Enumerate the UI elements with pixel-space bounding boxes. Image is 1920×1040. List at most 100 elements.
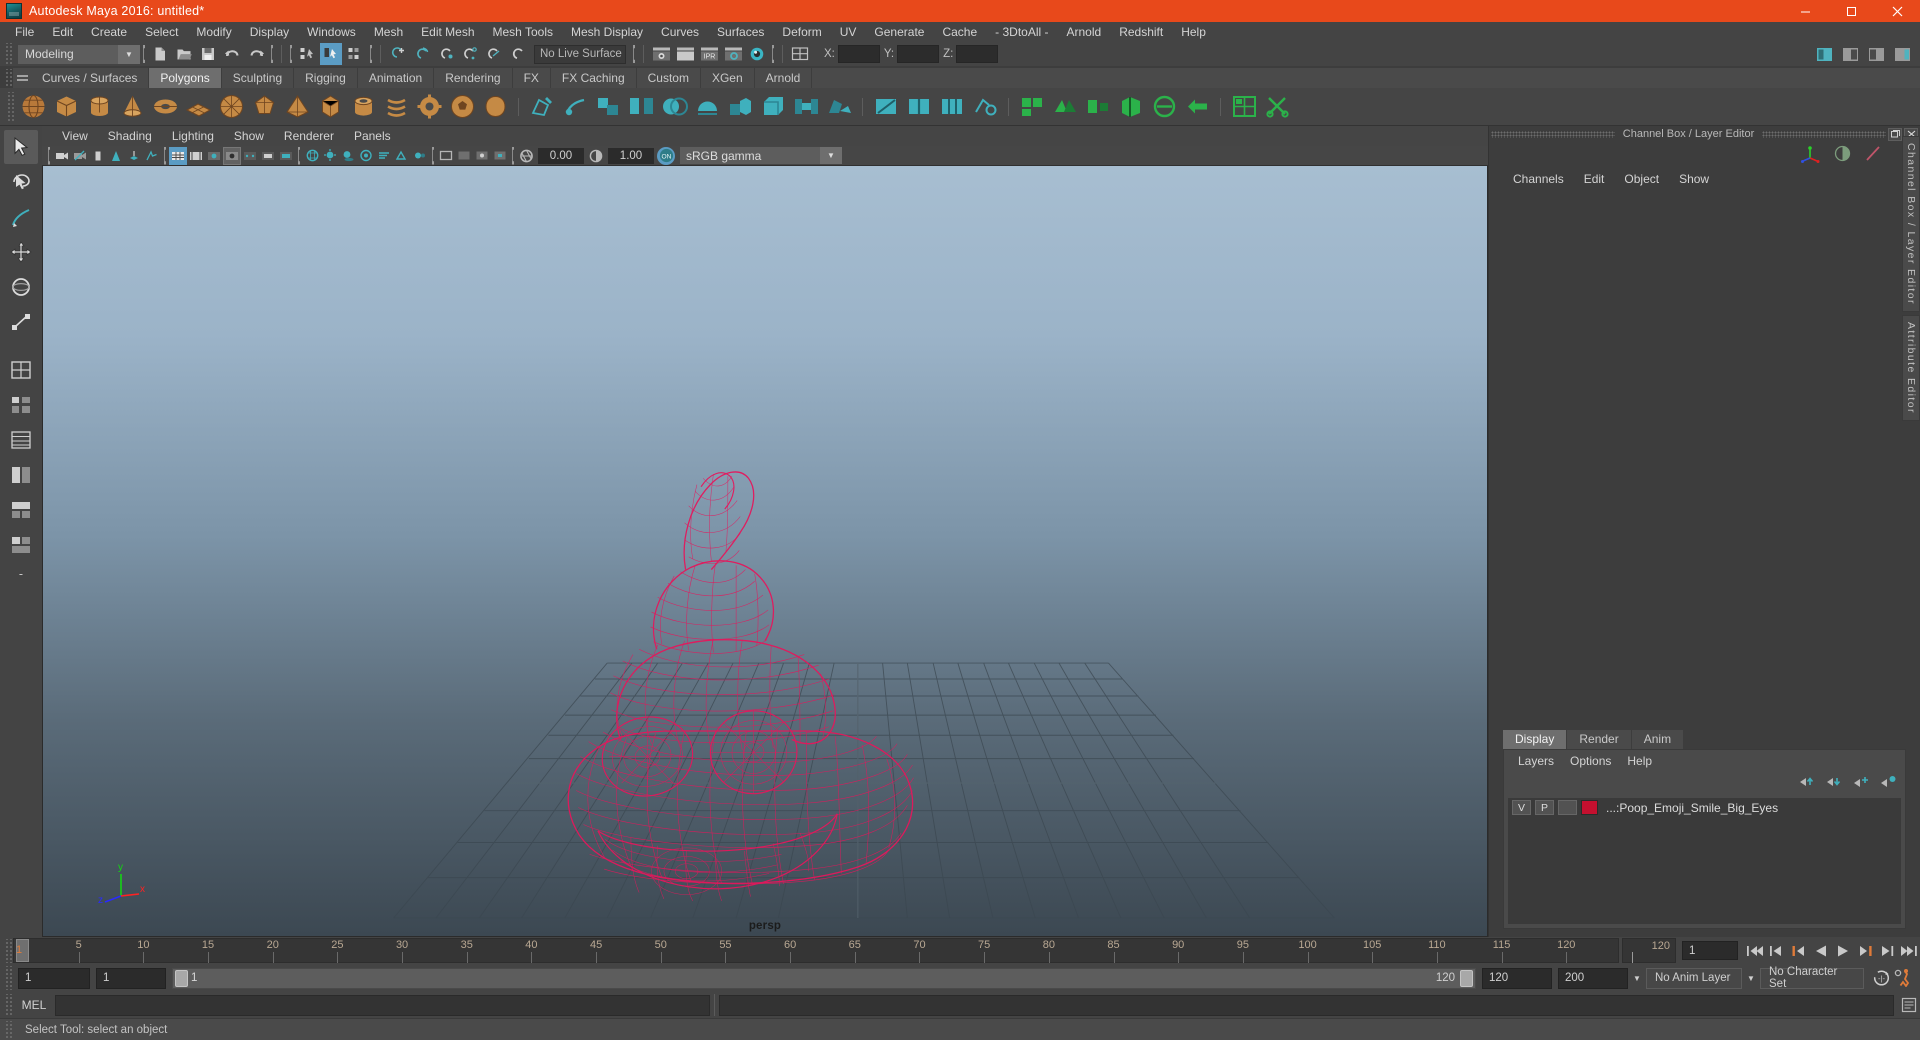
quad-draw-icon[interactable]	[1017, 92, 1047, 122]
shelf-tab-rigging[interactable]: Rigging	[294, 68, 358, 88]
snap-to-curve-icon[interactable]	[411, 43, 433, 65]
menu-help[interactable]: Help	[1172, 22, 1215, 42]
film-gate-icon[interactable]	[187, 147, 205, 165]
multi-cut-icon[interactable]	[871, 92, 901, 122]
layer-tab-anim[interactable]: Anim	[1631, 730, 1684, 749]
poly-pyramid-icon[interactable]	[282, 92, 312, 122]
menu-edit-mesh[interactable]: Edit Mesh	[412, 22, 483, 42]
toolbar-grip[interactable]	[4, 43, 13, 65]
persp-outliner-layout-button[interactable]	[4, 423, 38, 457]
render-view-icon[interactable]	[650, 43, 672, 65]
sidetab-channel-box-layer-editor[interactable]: Channel Box / Layer Editor	[1902, 136, 1920, 312]
shelf-tab-arnold[interactable]: Arnold	[754, 68, 813, 88]
menu-windows[interactable]: Windows	[298, 22, 365, 42]
toolbar-divider-1[interactable]	[140, 44, 148, 64]
show-hide-tool-settings-icon[interactable]	[1865, 43, 1887, 65]
anim-layer-field[interactable]: No Anim Layer	[1646, 967, 1742, 989]
menu-mesh[interactable]: Mesh	[365, 22, 412, 42]
coord-input-y[interactable]	[897, 45, 940, 63]
range-slider-right-handle[interactable]	[1460, 969, 1473, 987]
time-slider-end-field[interactable]: 120	[1622, 938, 1676, 963]
grid-toggle-icon[interactable]	[169, 146, 187, 165]
menu-file[interactable]: File	[6, 22, 43, 42]
character-set-field[interactable]: No Character Set	[1760, 966, 1864, 990]
restore-window-icon[interactable]	[1888, 127, 1902, 141]
menu-mesh-display[interactable]: Mesh Display	[562, 22, 652, 42]
bridge-icon[interactable]	[791, 92, 821, 122]
new-layer-icon[interactable]	[1853, 775, 1870, 791]
target-weld-icon[interactable]	[970, 92, 1000, 122]
layer-shading-toggle[interactable]	[1558, 800, 1577, 815]
layer-tab-display[interactable]: Display	[1503, 730, 1567, 749]
show-hide-attribute-editor-icon[interactable]	[1839, 43, 1861, 65]
animation-start-time-field[interactable]: 1	[18, 967, 90, 989]
command-language-label[interactable]: MEL	[13, 998, 55, 1012]
image-plane-icon[interactable]	[125, 147, 143, 165]
bookmark-icon[interactable]	[107, 147, 125, 165]
render-current-frame-icon[interactable]	[674, 43, 696, 65]
shelf-tab-xgen[interactable]: XGen	[700, 68, 755, 88]
hypershade-render-layout-button[interactable]	[4, 493, 38, 527]
poly-cylinder-icon[interactable]	[84, 92, 114, 122]
cut-uv-icon[interactable]	[1262, 92, 1292, 122]
move-tool-button[interactable]	[4, 235, 38, 269]
menu-deform[interactable]: Deform	[773, 22, 830, 42]
menu-generate[interactable]: Generate	[865, 22, 933, 42]
poly-bridge2-icon[interactable]	[1149, 92, 1179, 122]
layer-menu-help[interactable]: Help	[1619, 751, 1660, 771]
viewport-menu-view[interactable]: View	[52, 126, 98, 146]
color-profile-select[interactable]: sRGB gamma	[680, 147, 820, 164]
animation-end-time-field[interactable]: 200	[1558, 967, 1628, 989]
new-layer-from-selected-icon[interactable]	[1880, 775, 1897, 791]
save-scene-icon[interactable]	[197, 43, 219, 65]
move-manip-axis-icon[interactable]	[1801, 145, 1820, 166]
editor-layout-icon[interactable]	[789, 43, 811, 65]
perspective-viewport[interactable]: y x z persp	[42, 166, 1488, 937]
menu-curves[interactable]: Curves	[652, 22, 708, 42]
sculpt-geometry-icon[interactable]	[560, 92, 590, 122]
layer-menu-options[interactable]: Options	[1562, 751, 1619, 771]
xray-active-components-icon[interactable]	[491, 147, 509, 165]
exposure-icon[interactable]	[517, 147, 535, 165]
extrude-icon[interactable]	[725, 92, 755, 122]
range-slider-bar[interactable]: 1 120	[172, 967, 1476, 989]
sidetab-attribute-editor[interactable]: Attribute Editor	[1902, 314, 1920, 421]
persp-graph-layout-button[interactable]	[4, 458, 38, 492]
wireframe-icon[interactable]	[241, 147, 259, 165]
shelf-tab-fx[interactable]: FX	[512, 68, 551, 88]
poly-crease-icon[interactable]	[1116, 92, 1146, 122]
shelf-grip[interactable]	[4, 69, 13, 87]
coord-input-x[interactable]	[837, 45, 880, 63]
depth-of-field-icon[interactable]	[411, 147, 429, 165]
ipr-render-icon[interactable]: IPR	[698, 43, 720, 65]
play-backwards-icon[interactable]	[1810, 940, 1832, 962]
gamma-value-field[interactable]: 1.00	[608, 147, 654, 164]
make-live-icon[interactable]	[507, 43, 529, 65]
menu-set-selector[interactable]: Modeling	[18, 44, 118, 64]
lasso-tool-button[interactable]	[4, 165, 38, 199]
gate-mask-icon[interactable]	[223, 146, 241, 165]
step-back-keyframe-icon[interactable]	[1766, 940, 1788, 962]
layer-name[interactable]: ...:Poop_Emoji_Smile_Big_Eyes	[1606, 801, 1778, 815]
chevron-down-icon[interactable]: ▼	[118, 44, 140, 64]
time-slider-grip[interactable]	[4, 938, 13, 963]
screen-space-ao-icon[interactable]	[357, 147, 375, 165]
layer-row[interactable]: V P ...:Poop_Emoji_Smile_Big_Eyes	[1508, 798, 1901, 817]
viewport-menu-renderer[interactable]: Renderer	[274, 126, 344, 146]
toolbar-divider-3[interactable]	[287, 44, 295, 64]
shading-sphere-icon[interactable]	[1834, 145, 1851, 165]
bevel-icon[interactable]	[758, 92, 788, 122]
snap-to-point-icon[interactable]	[435, 43, 457, 65]
viewport-menu-shading[interactable]: Shading	[98, 126, 162, 146]
reduce-icon[interactable]	[1083, 92, 1113, 122]
channelbox-menu-show[interactable]: Show	[1669, 169, 1719, 189]
range-slider-left-handle[interactable]	[175, 969, 188, 987]
shelf-tab-polygons[interactable]: Polygons	[149, 68, 222, 88]
animation-preferences-icon[interactable]	[1892, 967, 1914, 989]
scale-tool-button[interactable]	[4, 305, 38, 339]
shelf-menu-icon[interactable]	[13, 68, 31, 88]
layer-menu-layers[interactable]: Layers	[1510, 751, 1562, 771]
channelbox-menu-object[interactable]: Object	[1614, 169, 1669, 189]
range-start-time-field[interactable]: 1	[96, 967, 166, 989]
insert-edge-loop-icon[interactable]	[904, 92, 934, 122]
